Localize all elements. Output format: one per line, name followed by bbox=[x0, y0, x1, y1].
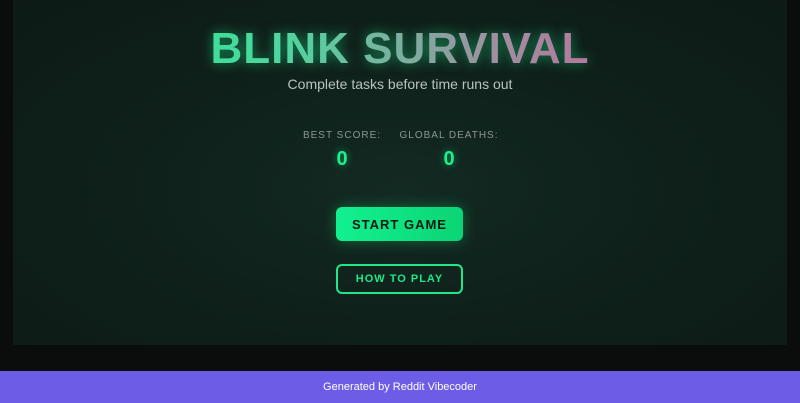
start-game-button[interactable]: START GAME bbox=[336, 207, 463, 241]
page: BLINK SURVIVAL Complete tasks before tim… bbox=[0, 0, 800, 403]
game-subtitle: Complete tasks before time runs out bbox=[287, 76, 513, 92]
global-deaths-label: GLOBAL DEATHS: bbox=[399, 130, 499, 141]
footer-banner: Generated by Reddit Vibecoder bbox=[0, 371, 800, 403]
game-title: BLINK SURVIVAL bbox=[13, 24, 787, 74]
global-deaths-value: 0 bbox=[443, 148, 455, 170]
global-deaths-stat: GLOBAL DEATHS: 0 bbox=[379, 130, 519, 171]
how-to-play-button[interactable]: HOW TO PLAY bbox=[336, 264, 463, 294]
game-menu-panel: BLINK SURVIVAL Complete tasks before tim… bbox=[13, 0, 787, 345]
